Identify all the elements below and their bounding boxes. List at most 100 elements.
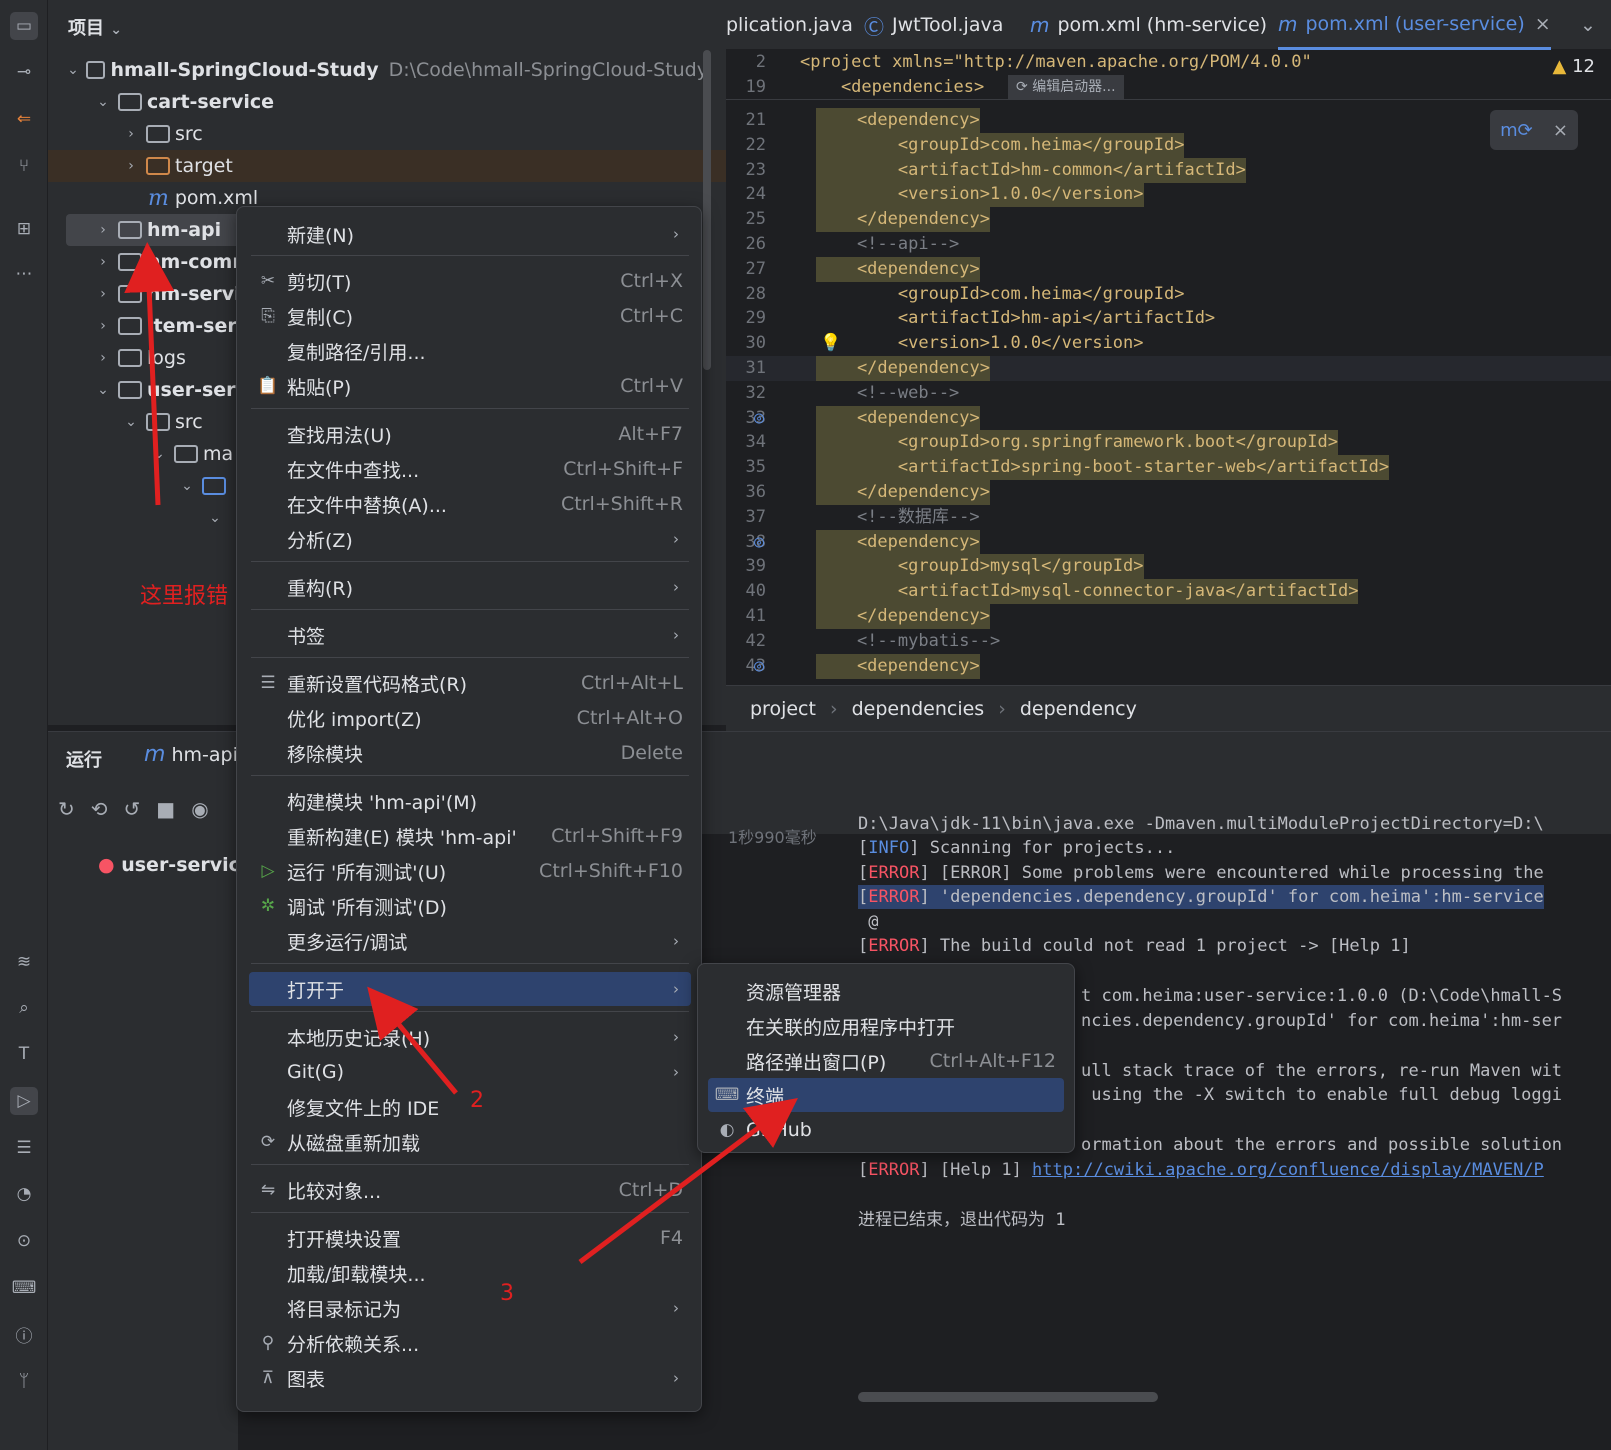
code-line[interactable]: 41 </dependency> xyxy=(726,604,1611,629)
close-icon[interactable]: × xyxy=(1553,120,1568,141)
submenu-item[interactable]: ◐ GitHub xyxy=(708,1113,1064,1147)
context-menu-item[interactable]: ⎘ 复制(C) Ctrl+C xyxy=(249,299,691,333)
submenu-item[interactable]: ⌨ 终端 xyxy=(708,1078,1064,1112)
rerun-icon[interactable]: ↻ xyxy=(58,797,75,821)
context-menu-item[interactable]: 打开于 › xyxy=(249,972,691,1006)
eye-icon[interactable]: ◉ xyxy=(191,797,208,821)
run-tree-item[interactable]: ● user-service xyxy=(98,854,253,876)
lightbulb-icon[interactable]: 💡 xyxy=(820,331,841,356)
code-line[interactable]: 40 <artifactId>mysql-connector-java</art… xyxy=(726,579,1611,605)
context-menu-item[interactable]: 查找用法(U) Alt+F7 xyxy=(249,417,691,451)
context-menu-item[interactable]: ⊼ 图表 › xyxy=(249,1361,691,1395)
context-menu-item[interactable]: ▷ 运行 '所有测试'(U) Ctrl+Shift+F10 xyxy=(249,854,691,888)
dependency-gutter-icon[interactable]: ◎ xyxy=(754,530,764,555)
code-editor[interactable]: 21 <dependency> 22 <groupId>com.heima</gr… xyxy=(726,50,1611,685)
close-icon[interactable]: × xyxy=(1535,13,1551,35)
context-menu-item[interactable]: 在文件中查找... Ctrl+Shift+F xyxy=(249,452,691,486)
context-menu-item[interactable]: 优化 import(Z) Ctrl+Alt+O xyxy=(249,701,691,735)
context-menu-item[interactable]: ☰ 重新设置代码格式(R) Ctrl+Alt+L xyxy=(249,666,691,700)
tabs-overflow-chevron-icon[interactable]: ⌄ xyxy=(1580,0,1596,50)
run-tab-hm-api[interactable]: m hm-api xyxy=(144,742,238,767)
code-line[interactable]: 26 <!--api--> xyxy=(726,232,1611,257)
tab-pom-hm-service[interactable]: m pom.xml (hm-service) xyxy=(1030,0,1267,50)
tree-item-root[interactable]: ⌄ hmall-SpringCloud-Study D:\Code\hmall-S… xyxy=(48,54,708,86)
context-menu-item[interactable]: 新建(N) › xyxy=(249,217,691,251)
context-menu-item[interactable]: 将目录标记为 › xyxy=(249,1291,691,1325)
code-line[interactable]: 25 </dependency> xyxy=(726,207,1611,233)
structure-icon[interactable]: ⊞ xyxy=(10,215,38,243)
code-line[interactable]: 23 <artifactId>hm-common</artifactId> xyxy=(726,157,1611,183)
context-menu-item[interactable]: ✂ 剪切(T) Ctrl+X xyxy=(249,264,691,298)
submenu-item[interactable]: 路径弹出窗口(P) Ctrl+Alt+F12 xyxy=(708,1044,1064,1078)
code-line[interactable]: 30 <version>1.0.0</version> 💡 xyxy=(726,331,1611,356)
code-line[interactable]: 31 </dependency> xyxy=(726,356,1611,381)
chevron-right-icon[interactable]: › xyxy=(122,158,140,174)
chevron-down-icon[interactable]: ⌄ xyxy=(178,478,196,494)
context-menu-item[interactable]: 重新构建(E) 模块 'hm-api' Ctrl+Shift+F9 xyxy=(249,819,691,853)
code-line[interactable]: 27 <dependency> xyxy=(726,256,1611,282)
code-line[interactable]: 28 <groupId>com.heima</groupId> xyxy=(726,282,1611,307)
chevron-down-icon[interactable]: ⌄ xyxy=(66,62,80,78)
maven-reload-icon[interactable]: m⟳ xyxy=(1500,120,1533,141)
context-menu-item[interactable]: ✲ 调试 '所有测试'(D) xyxy=(249,889,691,923)
build-hammer-icon[interactable]: T xyxy=(10,1040,38,1068)
project-panel-title[interactable]: 项目 ⌄ xyxy=(68,14,122,40)
context-menu-item[interactable]: 重构(R) › xyxy=(249,570,691,604)
code-line[interactable]: 42 <!--mybatis--> xyxy=(726,629,1611,654)
dependency-gutter-icon[interactable]: ◎ xyxy=(754,654,764,679)
context-menu-item[interactable]: Git(G) › xyxy=(249,1055,691,1089)
chevron-right-icon[interactable]: › xyxy=(94,222,112,238)
toggle-offline-icon[interactable]: ↺ xyxy=(124,797,141,821)
context-menu-item[interactable]: ⇋ 比较对象... Ctrl+D xyxy=(249,1173,691,1207)
context-menu-item[interactable]: ⚲ 分析依赖关系... xyxy=(249,1326,691,1360)
context-menu-item[interactable]: 更多运行/调试 › xyxy=(249,924,691,958)
code-line[interactable]: 22 <groupId>com.heima</groupId> xyxy=(726,132,1611,158)
context-menu-item[interactable]: 加载/卸载模块... xyxy=(249,1256,691,1290)
chevron-right-icon[interactable]: › xyxy=(94,318,112,334)
chevron-down-icon[interactable]: ⌄ xyxy=(122,414,140,430)
code-line[interactable]: 35 <artifactId>spring-boot-starter-web</… xyxy=(726,455,1611,481)
rerun-failed-icon[interactable]: ⟲ xyxy=(91,797,108,821)
context-menu-item[interactable]: 📋 粘贴(P) Ctrl+V xyxy=(249,369,691,403)
breadcrumb-item[interactable]: project xyxy=(750,698,816,720)
context-menu-item[interactable]: 移除模块 Delete xyxy=(249,736,691,770)
submenu-item[interactable]: 资源管理器 xyxy=(708,974,1064,1008)
code-line[interactable]: 32 <!--web--> xyxy=(726,381,1611,406)
chevron-right-icon[interactable]: › xyxy=(94,254,112,270)
code-line[interactable]: 21 <dependency> xyxy=(726,108,1611,133)
project-scrollbar[interactable] xyxy=(703,50,711,370)
chevron-down-icon[interactable]: ⌄ xyxy=(150,446,168,462)
project-folder-icon[interactable]: ▭ xyxy=(10,12,38,40)
tab-pom-user-service[interactable]: m pom.xml (user-service) × xyxy=(1278,0,1551,50)
more-icon[interactable]: ⋯ xyxy=(10,260,38,288)
chevron-down-icon[interactable]: ⌄ xyxy=(94,94,112,110)
terminal-icon[interactable]: ⌨ xyxy=(10,1274,38,1302)
code-line[interactable]: 43 <dependency> ◎ xyxy=(726,653,1611,679)
context-menu-item[interactable]: ⟳ 从磁盘重新加载 xyxy=(249,1125,691,1159)
code-line[interactable]: 34 <groupId>org.springframework.boot</gr… xyxy=(726,430,1611,456)
breadcrumb-item[interactable]: dependency xyxy=(1020,698,1137,720)
search-icon[interactable]: ⌕ xyxy=(10,994,38,1022)
submenu-item[interactable]: 在关联的应用程序中打开 xyxy=(708,1009,1064,1043)
commit-icon[interactable]: ⊸ xyxy=(10,58,38,86)
tree-item-target[interactable]: › target xyxy=(48,150,726,182)
tab-jwttool-java[interactable]: Ⓒ JwtTool.java xyxy=(864,0,1003,50)
warning-count[interactable]: ▲ 12 xyxy=(1553,56,1595,77)
code-line[interactable]: 24 <version>1.0.0</version> xyxy=(726,182,1611,208)
stop-icon[interactable]: ■ xyxy=(156,797,175,821)
tab-application-java[interactable]: plication.java xyxy=(726,0,853,50)
todo-list-icon[interactable]: ☰ xyxy=(10,1134,38,1162)
dependency-gutter-icon[interactable]: ◎ xyxy=(754,406,764,431)
edit-starters-hint[interactable]: ⟳ 编辑启动器... xyxy=(1008,75,1124,100)
breadcrumb-item[interactable]: dependencies xyxy=(852,698,985,720)
chevron-right-icon[interactable]: › xyxy=(94,350,112,366)
tree-item-cart-service[interactable]: ⌄ cart-service xyxy=(48,86,708,118)
context-menu-item[interactable]: 本地历史记录(H) › xyxy=(249,1020,691,1054)
problems-icon[interactable]: ⓘ xyxy=(10,1320,38,1348)
context-menu-item[interactable]: 书签 › xyxy=(249,618,691,652)
git-pull-icon[interactable]: ⇐ xyxy=(10,105,38,133)
chevron-right-icon[interactable]: › xyxy=(94,286,112,302)
tree-item-hm-api[interactable]: › hm-api xyxy=(66,214,246,246)
code-line[interactable]: 39 <groupId>mysql</groupId> xyxy=(726,554,1611,580)
context-menu-item[interactable]: 打开模块设置 F4 xyxy=(249,1221,691,1255)
